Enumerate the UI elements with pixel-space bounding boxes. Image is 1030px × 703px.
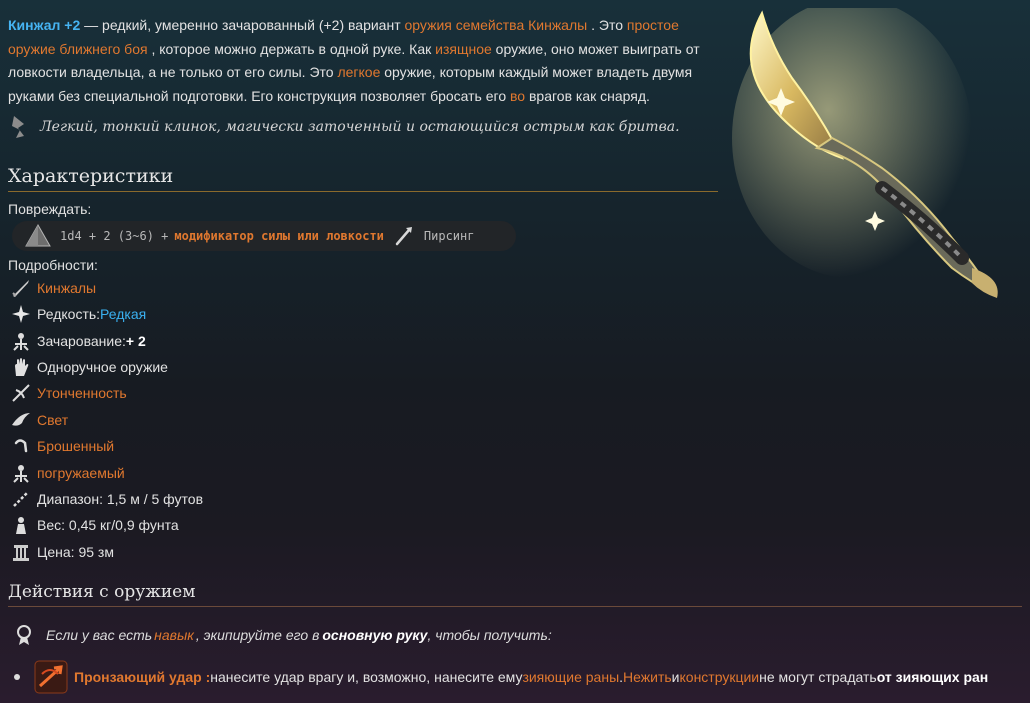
- list-bullet: [14, 674, 20, 680]
- item-title: Кинжал +2: [8, 17, 81, 33]
- stats-heading: Характеристики: [8, 165, 718, 192]
- enchant-icon: [13, 333, 29, 351]
- damage-type: Пирсинг: [423, 229, 475, 243]
- link-throw-at[interactable]: во: [510, 88, 525, 104]
- detail-light-link[interactable]: Свет: [37, 412, 68, 428]
- detail-weight: Вес: 0,45 кг/0,9 фунта: [10, 513, 179, 537]
- link-gaping-wounds[interactable]: зияющие раны: [522, 669, 619, 685]
- weight-icon: [16, 517, 26, 534]
- link-undead[interactable]: Нежить: [623, 669, 672, 685]
- link-finesse[interactable]: изящное: [435, 41, 492, 57]
- piercing-strike-icon[interactable]: [34, 660, 68, 694]
- damage-modifier[interactable]: модификатор силы или ловкости: [174, 229, 384, 243]
- enchant-value: + 2: [125, 333, 146, 349]
- one-handed-icon: [15, 358, 29, 376]
- detail-range: Диапазон: 1,5 м / 5 футов: [10, 487, 203, 511]
- detail-price: Цена: 95 зм: [10, 540, 114, 564]
- range-icon: [13, 491, 29, 507]
- rarity-icon: [12, 305, 30, 323]
- detail-rarity: Редкость: Редкая: [10, 302, 146, 326]
- damage-label: Повреждать:: [8, 201, 92, 217]
- piercing-icon: [395, 227, 412, 246]
- damage-dice: 1d4 + 2 (3~6) +: [60, 229, 169, 243]
- detail-finesse: Утонченность: [10, 381, 127, 405]
- dagger-illustration: [732, 8, 998, 298]
- detail-light: Свет: [10, 408, 68, 432]
- detail-one-handed: Одноручное оружие: [10, 355, 168, 379]
- detail-family: Кинжалы: [10, 276, 96, 300]
- detail-dippable-link[interactable]: погружаемый: [37, 465, 125, 481]
- detail-finesse-link[interactable]: Утонченность: [37, 385, 127, 401]
- finesse-icon: [12, 384, 30, 402]
- dippable-icon: [13, 465, 29, 483]
- details-label: Подробности:: [8, 257, 98, 273]
- d4-dice-icon: [25, 223, 51, 247]
- damage-row: 1d4 + 2 (3~6) + модификатор силы или лов…: [12, 221, 516, 251]
- thrown-icon: [14, 439, 28, 453]
- detail-thrown: Брошенный: [10, 434, 114, 458]
- item-quote: Легкий, тонкий клинок, магически заточен…: [8, 114, 720, 140]
- action-piercing-strike: Пронзающий удар : нанесите удар врагу и,…: [14, 660, 1028, 694]
- action-name[interactable]: Пронзающий удар :: [74, 669, 210, 685]
- actions-heading: Действия с оружием: [8, 582, 1022, 607]
- dagger-icon: [12, 280, 29, 297]
- quill-icon: [12, 116, 24, 138]
- link-constructs[interactable]: конструкции: [680, 669, 760, 685]
- detail-family-link[interactable]: Кинжалы: [37, 280, 96, 296]
- light-icon: [12, 413, 30, 426]
- detail-thrown-link[interactable]: Брошенный: [37, 438, 114, 454]
- detail-enchant: Зачарование: + 2: [10, 329, 146, 353]
- link-light[interactable]: легкое: [337, 64, 380, 80]
- actions-condition: Если у вас есть навык , экипируйте его в…: [14, 623, 552, 647]
- proficiency-icon: [17, 625, 31, 645]
- link-dagger-family[interactable]: оружия семейства Кинжалы: [405, 17, 588, 33]
- rarity-value: Редкая: [100, 306, 147, 322]
- price-icon: [13, 545, 29, 561]
- link-proficiency[interactable]: навык: [154, 627, 194, 643]
- detail-dippable: погружаемый: [10, 461, 125, 485]
- item-description: Кинжал +2 — редкий, умеренно зачарованны…: [8, 17, 700, 104]
